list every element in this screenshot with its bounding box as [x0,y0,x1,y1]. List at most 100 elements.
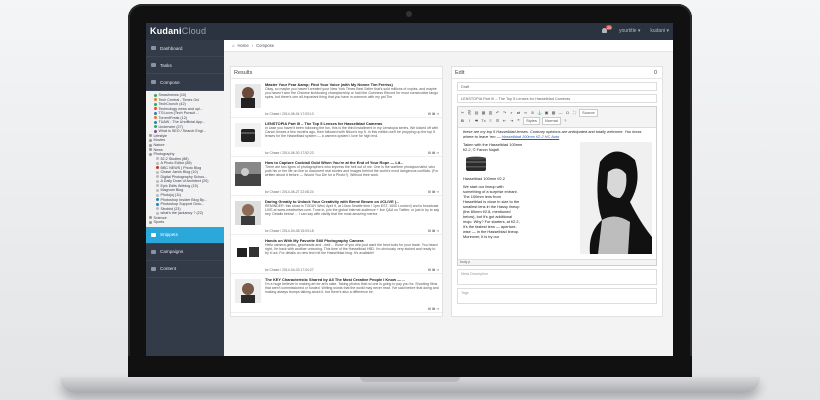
result-actions: ▤▦➜ [428,307,440,310]
image-icon[interactable]: ▣ [544,109,549,117]
forward-icon[interactable]: ➜ [436,112,440,115]
cut-icon[interactable]: ✂ [460,109,465,117]
feed-tree-label: A Photo Editor (85) [160,161,192,166]
bulleted-list-icon[interactable]: ☰ [495,117,500,125]
brand-logo[interactable]: KudaniCloud [150,26,206,36]
result-item[interactable]: Hands on With My Favorite Still Photogra… [231,235,442,274]
sidebar-item-compose[interactable]: Compose [146,74,224,91]
remove-format-icon[interactable]: Tx [481,117,486,125]
brand-main: Kudani [150,26,182,36]
result-item[interactable]: Daring Greatly to Unlock Your Creativity… [231,196,442,235]
paste-word-icon[interactable]: ▥ [488,109,493,117]
feed-tree-label: What is SEO / Search Engi... [158,129,206,134]
home-icon[interactable]: ⌂ [232,43,235,48]
sidebar-item-snippets[interactable]: Snippets [146,226,224,244]
forward-icon[interactable]: ➜ [436,268,440,271]
feed-icon [156,211,159,215]
maximize-icon[interactable]: ⛶ [572,109,577,117]
megaphone-icon [151,249,156,254]
result-text: How to Capture Cocktail Gold When You're… [265,160,440,193]
tags-field[interactable]: Tags [457,288,657,304]
sidebar-item-content[interactable]: Content [146,261,224,278]
editor-document[interactable]: these are my top 5 Hasselblad lenses. Co… [458,128,656,264]
numbered-list-icon[interactable]: ≡ [488,117,493,125]
help-icon[interactable]: ? [563,117,568,125]
feed-tree-label: Lifestyle [153,133,168,138]
bold-icon[interactable]: B [460,117,465,125]
result-item[interactable]: The KEY Characteristic Shared by All The… [231,274,442,313]
paste-icon[interactable]: ▤ [474,109,479,117]
feed-tree-label: TechCrunch (42) [158,102,186,107]
hr-icon[interactable]: ― [558,109,563,117]
result-byline: by Chase / 2014-04-08 15:03:18 [265,229,314,232]
result-thumbnail [235,240,261,264]
source-button[interactable]: Source [579,109,598,117]
feed-tree-label: 52.2 Studies (88) [160,156,189,161]
feed-tree-label: Strobist (23) [160,206,181,211]
copy-icon[interactable]: ⎘ [467,109,472,117]
anchor-icon[interactable]: ⚓ [537,109,542,117]
result-item[interactable]: How to Capture Cocktail Gold When You're… [231,157,442,196]
format-dropdown[interactable]: Normal [541,117,561,125]
undo-icon[interactable]: ↶ [495,109,500,117]
forward-icon[interactable]: ➜ [436,151,440,154]
result-item[interactable]: LENSTOPIA Part III – The Top 5 Lenses fo… [231,118,442,157]
styles-dropdown[interactable]: Styles [523,117,540,125]
feed-tree-label: A Daily Dose of Architect (20) [160,179,209,184]
subject-field[interactable]: LENSTOPIA Part III – The Top 5 Lenses fo… [457,94,657,103]
app-screen: KudaniCloud 20 yourtitle ▾ kudani ▾ Dash… [146,23,673,356]
feed-icon [154,120,157,124]
forward-icon[interactable]: ➜ [436,229,440,232]
link-icon[interactable]: ∞ [523,109,528,117]
paste-text-icon[interactable]: ▦ [481,109,486,117]
sidebar-item-dashboard[interactable]: Dashboard [146,40,224,57]
replace-icon[interactable]: ⇄ [516,109,521,117]
result-item[interactable]: Master Your Fear &amp; Find Your Voice (… [231,79,442,118]
feed-tree: Smashnews (10) Tech Central - Times Onl Te… [146,91,224,227]
brand-sub: Cloud [181,26,207,36]
meta-description-field[interactable]: Meta Description [457,269,657,285]
feed-tree-label: Smashnews (10) [158,93,187,97]
feed-tree-label: TUAW - The Unofficial App... [158,120,206,125]
feed-icon [154,116,157,120]
laptop-chin [128,356,692,378]
redo-icon[interactable]: ↷ [502,109,507,117]
user-menu[interactable]: yourtitle ▾ [619,28,640,34]
result-actions: ▤▦➜ [428,112,440,115]
sidebar-item-campaigns[interactable]: Campaigns [146,244,224,261]
special-char-icon[interactable]: Ω [565,109,570,117]
feed-icon [154,102,157,106]
result-excerpt: There are two types of photographers who… [265,165,439,178]
result-actions: ▤▦➜ [428,151,440,154]
result-excerpt: REMINDER: this show is TODAY Wed, April … [265,204,440,217]
rich-text-editor[interactable]: ✂ ⎘ ▤ ▦ ▥ ↶ ↷ ⌕ ⇄ ∞ ⊘ ⚓ ▣ ▦ ― Ω ⛶ Source B I S Tx ≡ ☰ ⇤ ⇥ ❝ Styles… [457,106,657,266]
bell-icon[interactable]: 20 [601,25,613,35]
blockquote-icon[interactable]: ❝ [516,117,521,125]
feed-tree-item[interactable]: Sports [149,220,221,225]
doc-link[interactable]: Hasselblad 100mm f/2.2 HC Auto [502,134,560,139]
feed-icon [149,148,152,152]
feed-tree-label: Photoshop Support Grou... [160,202,205,207]
forward-icon[interactable]: ➜ [436,307,440,310]
account-menu[interactable]: kudani ▾ [650,28,669,34]
table-icon[interactable]: ▦ [551,109,556,117]
indent-icon[interactable]: ⇥ [509,117,514,125]
pencil-icon [151,80,156,84]
edit-counter: 0 [653,69,657,76]
sidebar-item-label: Dashboard [160,45,183,51]
outdent-icon[interactable]: ⇤ [502,117,507,125]
sidebar-item-label: Campaigns [160,249,184,255]
sidebar-item-tasks[interactable]: Tasks [146,57,224,74]
unlink-icon[interactable]: ⊘ [530,109,535,117]
feed-icon [149,220,152,224]
draft-title-field[interactable]: Draft [457,82,657,91]
result-actions: ▤▦➜ [428,268,440,271]
results-list: Master Your Fear &amp; Find Your Voice (… [231,79,442,313]
find-icon[interactable]: ⌕ [509,109,514,117]
strike-icon[interactable]: S [474,117,479,125]
italic-icon[interactable]: I [467,117,472,125]
forward-icon[interactable]: ➜ [436,190,440,193]
feed-icon [154,107,157,111]
result-excerpt: Hello camera geeks, gearheads and...well… [265,243,438,256]
breadcrumb-home[interactable]: Home [238,43,249,48]
